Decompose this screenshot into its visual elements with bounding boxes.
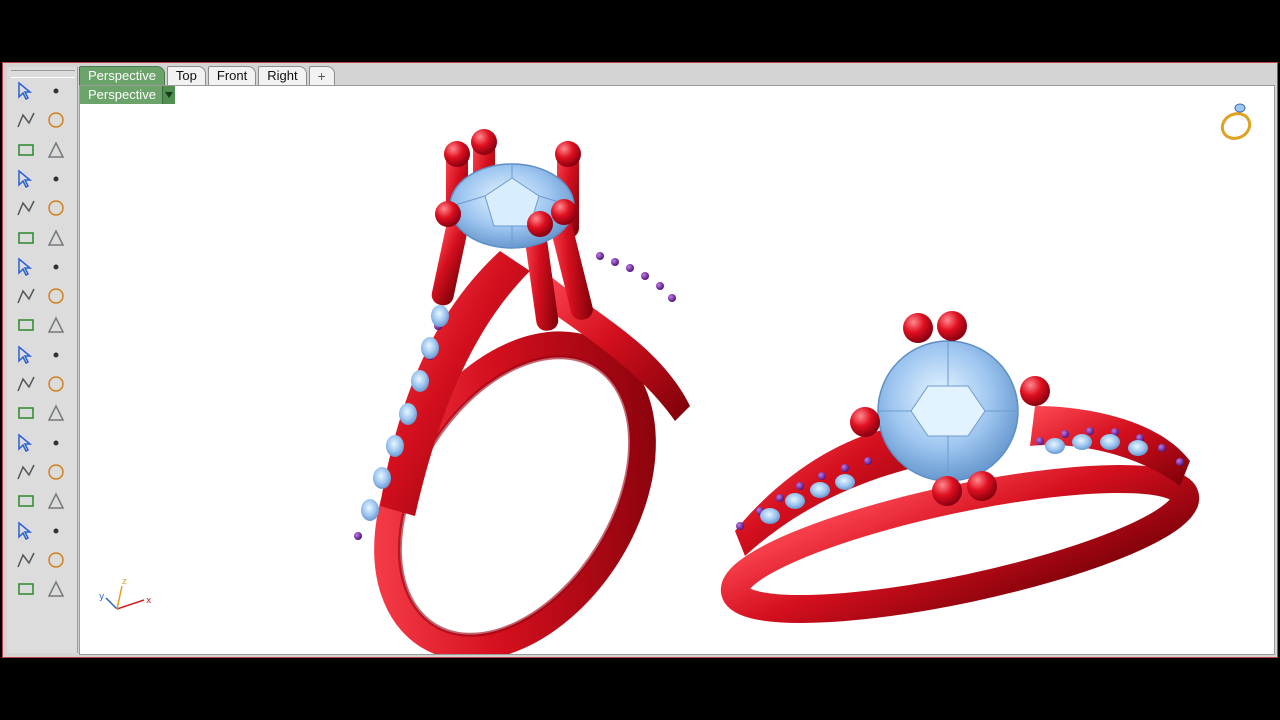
array-icon[interactable] bbox=[13, 519, 39, 543]
center-gem-right-ring bbox=[877, 340, 1019, 482]
polyline-icon[interactable] bbox=[13, 108, 39, 132]
check-icon[interactable] bbox=[43, 548, 69, 572]
axis-y-label: y bbox=[99, 592, 105, 602]
cylinder-icon[interactable] bbox=[13, 284, 39, 308]
box-icon[interactable] bbox=[13, 255, 39, 279]
explode-icon[interactable] bbox=[43, 313, 69, 337]
project-icon[interactable] bbox=[13, 548, 39, 572]
scale-icon[interactable] bbox=[43, 401, 69, 425]
rectangle-icon[interactable] bbox=[43, 167, 69, 191]
solid-tools-icon[interactable] bbox=[13, 489, 39, 513]
left-toolbar bbox=[7, 67, 78, 653]
tab-front[interactable]: Front bbox=[207, 66, 257, 85]
ring-right bbox=[720, 311, 1200, 623]
snap-icon[interactable] bbox=[43, 519, 69, 543]
shade-icon[interactable] bbox=[13, 577, 39, 601]
ellipse-icon[interactable] bbox=[13, 196, 39, 220]
transform-icon[interactable] bbox=[43, 431, 69, 455]
surface-from-points-icon[interactable] bbox=[13, 226, 39, 250]
world-axes: x y z bbox=[99, 577, 152, 610]
select-arrow-icon[interactable] bbox=[13, 79, 39, 103]
tab-right[interactable]: Right bbox=[258, 66, 307, 85]
tab-top[interactable]: Top bbox=[166, 66, 206, 85]
boolean-difference-icon[interactable] bbox=[43, 372, 69, 396]
perspective-viewport[interactable]: x y z Perspective bbox=[79, 85, 1275, 655]
split-icon[interactable] bbox=[43, 343, 69, 367]
text-icon[interactable] bbox=[13, 431, 39, 455]
polygon-icon[interactable] bbox=[13, 167, 39, 191]
app-window: Perspective Top Front Right + x y z Pers… bbox=[2, 62, 1278, 658]
axis-x-label: x bbox=[146, 596, 152, 606]
planar-surface-icon[interactable] bbox=[43, 284, 69, 308]
rotate-icon[interactable] bbox=[13, 401, 39, 425]
render-icon[interactable] bbox=[43, 577, 69, 601]
ring-render: x y z bbox=[99, 103, 1252, 654]
ring-logo-icon bbox=[1220, 103, 1252, 140]
axis-z-label: z bbox=[122, 577, 127, 587]
viewport-title[interactable]: Perspective bbox=[80, 86, 175, 104]
viewport-tabs: Perspective Top Front Right + bbox=[79, 65, 337, 85]
point-icon[interactable] bbox=[43, 79, 69, 103]
chevron-down-icon[interactable] bbox=[161, 86, 175, 104]
viewport-title-label[interactable]: Perspective bbox=[80, 86, 162, 104]
arc-icon[interactable] bbox=[43, 138, 69, 162]
tab-perspective[interactable]: Perspective bbox=[79, 66, 165, 85]
boolean-union-icon[interactable] bbox=[13, 372, 39, 396]
dimension-icon[interactable] bbox=[43, 489, 69, 513]
curve-icon[interactable] bbox=[43, 108, 69, 132]
add-viewport-tab[interactable]: + bbox=[308, 66, 335, 85]
ring-left bbox=[354, 129, 690, 654]
trim-icon[interactable] bbox=[13, 343, 39, 367]
gear-settings-icon[interactable] bbox=[13, 313, 39, 337]
toolbar-grip[interactable] bbox=[11, 70, 75, 78]
fillet-curves-icon[interactable] bbox=[43, 196, 69, 220]
loft-icon[interactable] bbox=[43, 226, 69, 250]
curve-edit-icon[interactable] bbox=[43, 460, 69, 484]
circle-icon[interactable] bbox=[13, 138, 39, 162]
group-icon[interactable] bbox=[13, 460, 39, 484]
sphere-icon[interactable] bbox=[43, 255, 69, 279]
